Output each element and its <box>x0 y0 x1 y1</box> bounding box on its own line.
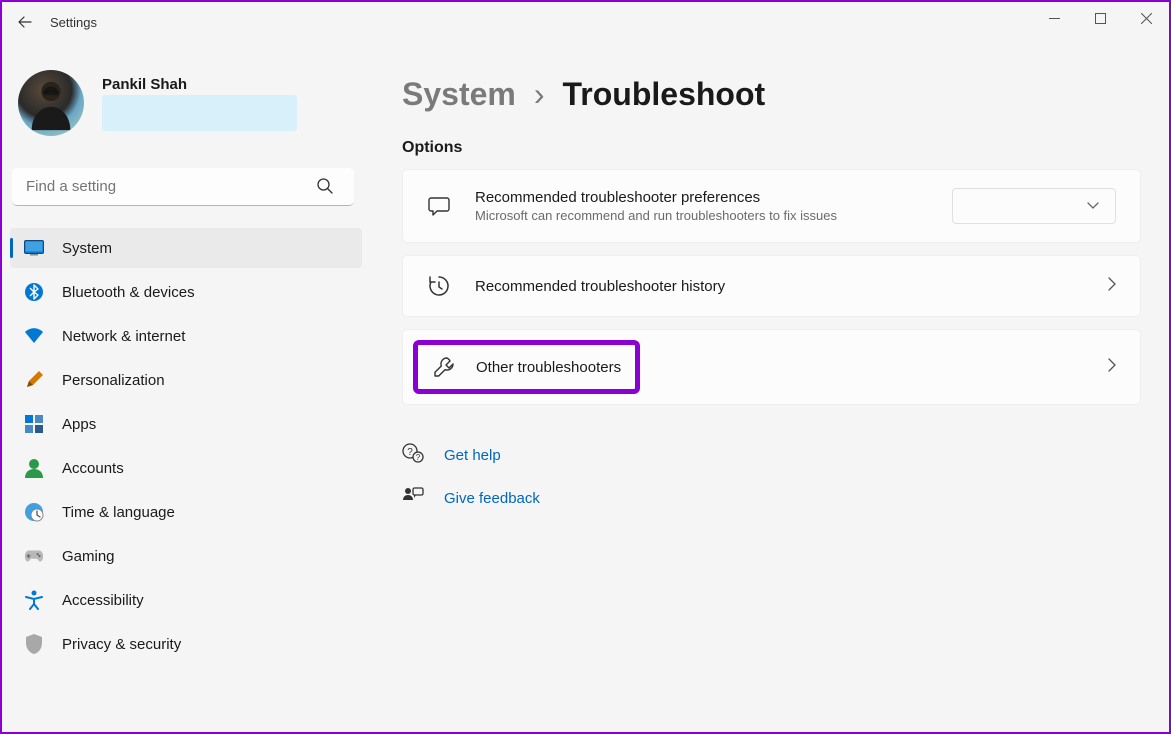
sidebar-item-label: System <box>62 240 112 257</box>
chat-bubble-icon <box>427 194 451 218</box>
card-title: Other troubleshooters <box>476 359 621 376</box>
person-icon <box>24 458 44 478</box>
breadcrumb: System › Troubleshoot <box>402 76 1141 113</box>
minimize-button[interactable] <box>1031 2 1077 34</box>
sidebar-item-label: Accessibility <box>62 592 144 609</box>
paintbrush-icon <box>24 370 44 390</box>
sidebar-item-accounts[interactable]: Accounts <box>10 448 362 488</box>
sidebar-item-label: Bluetooth & devices <box>62 284 195 301</box>
sidebar: Pankil Shah System Bluetooth & devices N… <box>2 42 362 732</box>
sidebar-item-label: Network & internet <box>62 328 185 345</box>
window-controls <box>1031 2 1169 34</box>
card-title: Recommended troubleshooter history <box>475 278 1084 295</box>
profile-subtext <box>102 95 297 131</box>
card-title: Recommended troubleshooter preferences <box>475 189 928 206</box>
sidebar-item-label: Apps <box>62 416 96 433</box>
back-button[interactable] <box>10 7 40 37</box>
sidebar-item-label: Time & language <box>62 504 175 521</box>
get-help-link[interactable]: Get help <box>444 447 501 464</box>
system-icon <box>24 238 44 258</box>
arrow-left-icon <box>17 14 33 30</box>
main-content: System › Troubleshoot Options Recommende… <box>362 42 1169 732</box>
feedback-icon <box>402 486 422 511</box>
maximize-button[interactable] <box>1077 2 1123 34</box>
history-icon <box>427 274 451 298</box>
get-help-row: ?? Get help <box>402 443 1141 468</box>
sidebar-item-label: Gaming <box>62 548 115 565</box>
card-subtitle: Microsoft can recommend and run troubles… <box>475 208 928 223</box>
sidebar-item-privacy[interactable]: Privacy & security <box>10 624 362 664</box>
give-feedback-row: Give feedback <box>402 486 1141 511</box>
breadcrumb-parent[interactable]: System <box>402 76 516 113</box>
apps-icon <box>24 414 44 434</box>
breadcrumb-separator: › <box>534 76 545 113</box>
sidebar-item-time-language[interactable]: Time & language <box>10 492 362 532</box>
shield-icon <box>24 634 44 654</box>
other-troubleshooters-card[interactable]: Other troubleshooters <box>402 329 1141 405</box>
sidebar-item-accessibility[interactable]: Accessibility <box>10 580 362 620</box>
minimize-icon <box>1049 13 1060 24</box>
sidebar-item-bluetooth[interactable]: Bluetooth & devices <box>10 272 362 312</box>
chevron-down-icon <box>1087 202 1099 210</box>
gamepad-icon <box>24 546 44 566</box>
sidebar-item-apps[interactable]: Apps <box>10 404 362 444</box>
maximize-icon <box>1095 13 1106 24</box>
highlight-box: Other troubleshooters <box>413 340 640 394</box>
close-button[interactable] <box>1123 2 1169 34</box>
sidebar-item-label: Privacy & security <box>62 636 181 653</box>
avatar <box>18 70 84 136</box>
clock-globe-icon <box>24 502 44 522</box>
search-icon <box>316 177 334 200</box>
options-heading: Options <box>402 139 1141 157</box>
svg-text:?: ? <box>407 447 413 458</box>
chevron-right-icon <box>1108 277 1116 296</box>
chevron-right-icon <box>1108 358 1116 377</box>
nav: System Bluetooth & devices Network & int… <box>10 228 362 664</box>
profile-name: Pankil Shah <box>102 76 297 93</box>
preferences-dropdown[interactable] <box>952 188 1116 224</box>
close-icon <box>1141 13 1152 24</box>
recommended-preferences-card[interactable]: Recommended troubleshooter preferences M… <box>402 169 1141 243</box>
breadcrumb-current: Troubleshoot <box>563 76 766 113</box>
bluetooth-icon <box>24 282 44 302</box>
give-feedback-link[interactable]: Give feedback <box>444 490 540 507</box>
sidebar-item-label: Personalization <box>62 372 165 389</box>
history-card[interactable]: Recommended troubleshooter history <box>402 255 1141 317</box>
help-links: ?? Get help Give feedback <box>402 443 1141 511</box>
sidebar-item-system[interactable]: System <box>10 228 362 268</box>
sidebar-item-label: Accounts <box>62 460 124 477</box>
window-title: Settings <box>50 15 97 30</box>
svg-text:?: ? <box>416 453 421 462</box>
help-icon: ?? <box>402 443 422 468</box>
sidebar-item-personalization[interactable]: Personalization <box>10 360 362 400</box>
search-input[interactable] <box>12 168 354 206</box>
sidebar-item-network[interactable]: Network & internet <box>10 316 362 356</box>
wrench-icon <box>432 355 456 379</box>
profile[interactable]: Pankil Shah <box>10 42 362 154</box>
sidebar-item-gaming[interactable]: Gaming <box>10 536 362 576</box>
search <box>12 168 354 206</box>
wifi-icon <box>24 326 44 346</box>
accessibility-icon <box>24 590 44 610</box>
titlebar: Settings <box>2 2 1169 42</box>
